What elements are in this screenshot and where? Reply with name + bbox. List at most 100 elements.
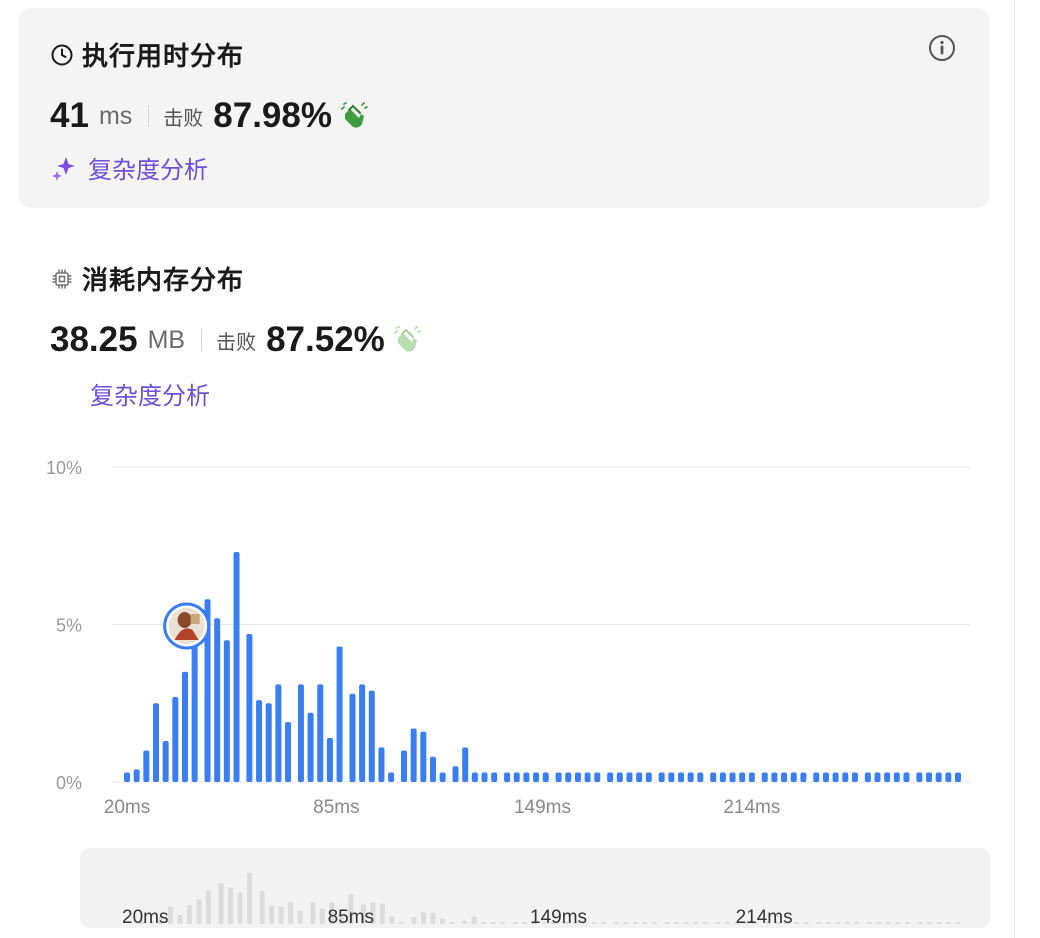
overview-bar (420, 912, 426, 924)
distribution-bar (181, 671, 188, 782)
overview-chart[interactable]: 20ms 85ms 149ms 214ms (80, 848, 990, 928)
overview-bar (844, 921, 850, 924)
distribution-bar (172, 696, 179, 782)
overview-bar (955, 921, 961, 924)
distribution-bar (864, 772, 871, 782)
overview-bar (177, 914, 183, 924)
avatar-figure-item (190, 614, 200, 624)
overview-bar (794, 921, 800, 924)
distribution-bar (594, 772, 601, 782)
distribution-bar (191, 630, 198, 782)
overview-bar (632, 921, 638, 924)
distribution-bar (124, 772, 130, 782)
distribution-bar (916, 772, 923, 782)
distribution-bar (533, 772, 540, 782)
overview-bar (927, 921, 933, 924)
distribution-bar (574, 772, 581, 782)
overview-bar (702, 921, 708, 924)
overview-bar (825, 921, 831, 924)
overview-bar (462, 920, 468, 924)
range-scroller[interactable]: 20ms 85ms 149ms 214ms (80, 848, 990, 928)
distribution-bar (678, 772, 684, 782)
overview-bar (613, 921, 619, 924)
distribution-bar (368, 690, 375, 782)
distribution-bar (223, 640, 230, 782)
overview-bar (471, 916, 477, 924)
distribution-bar (152, 703, 159, 782)
overview-bar (835, 921, 841, 924)
overview-bar (167, 906, 173, 924)
distribution-bar (359, 684, 366, 782)
x-tick-label: 214ms (723, 797, 780, 818)
distribution-bar (162, 741, 169, 782)
distribution-bar (439, 772, 446, 782)
distribution-bar (429, 756, 436, 782)
overview-bar (895, 921, 901, 924)
distribution-bar (336, 646, 343, 782)
overview-x-label: 214ms (736, 907, 793, 928)
distribution-bar (926, 772, 933, 782)
overview-bar (411, 916, 417, 924)
distribution-bar (143, 750, 150, 782)
overview-bar (591, 921, 597, 924)
distribution-bar (265, 703, 272, 782)
distribution-bar (697, 772, 704, 782)
overview-bar (247, 872, 253, 924)
memory-distribution-chart[interactable]: 10% 5% 0% 20ms 85ms 149ms 214ms (0, 0, 1040, 840)
distribution-bar (584, 772, 591, 782)
overview-bar (803, 921, 809, 924)
overview-bar (601, 921, 607, 924)
overview-bar (310, 902, 316, 924)
distribution-bar (133, 769, 140, 782)
overview-bar (269, 905, 275, 924)
distribution-bar (275, 684, 282, 782)
avatar-marker (163, 602, 211, 650)
distribution-bar (842, 772, 849, 782)
distribution-bar (645, 772, 652, 782)
distribution-bar (462, 747, 469, 782)
distribution-bar (884, 772, 891, 782)
distribution-bar (410, 728, 417, 782)
distribution-bar (285, 722, 292, 782)
avatar-figure-head (177, 612, 192, 628)
distribution-bar (761, 772, 768, 782)
overview-bar (389, 916, 395, 924)
distribution-bar (616, 772, 623, 782)
distribution-bar (214, 618, 221, 782)
overview-bar (439, 918, 445, 924)
distribution-bar (832, 772, 839, 782)
distribution-bar (729, 772, 736, 782)
overview-bar (885, 921, 891, 924)
distribution-bar (542, 772, 549, 782)
overview-bar (674, 921, 680, 924)
distribution-bar (687, 772, 694, 782)
distribution-bar (256, 700, 263, 782)
distribution-bar (636, 772, 643, 782)
distribution-bar (790, 772, 797, 782)
overview-bar (228, 887, 234, 924)
overview-bar (449, 921, 455, 924)
overview-bar (481, 921, 487, 924)
overview-bar (936, 921, 942, 924)
distribution-bar (452, 766, 459, 782)
distribution-bar (607, 772, 614, 782)
distribution-bar (822, 772, 829, 782)
overview-bar (319, 908, 325, 924)
overview-bar (876, 921, 882, 924)
distribution-bar (781, 772, 788, 782)
overview-bar (623, 921, 629, 924)
distribution-bar (945, 772, 952, 782)
overview-bar (904, 921, 910, 924)
overview-bar (186, 905, 192, 924)
distribution-bar (481, 772, 488, 782)
distribution-bar (771, 772, 778, 782)
distribution-bar (719, 772, 726, 782)
overview-bar (259, 890, 265, 924)
overview-bar (854, 921, 860, 924)
y-tick-label: 10% (46, 458, 82, 478)
distribution-bar (739, 772, 746, 782)
distribution-bar (233, 552, 240, 782)
overview-x-label: 85ms (328, 907, 374, 928)
overview-bar (490, 921, 496, 924)
overview-bar (297, 910, 303, 924)
